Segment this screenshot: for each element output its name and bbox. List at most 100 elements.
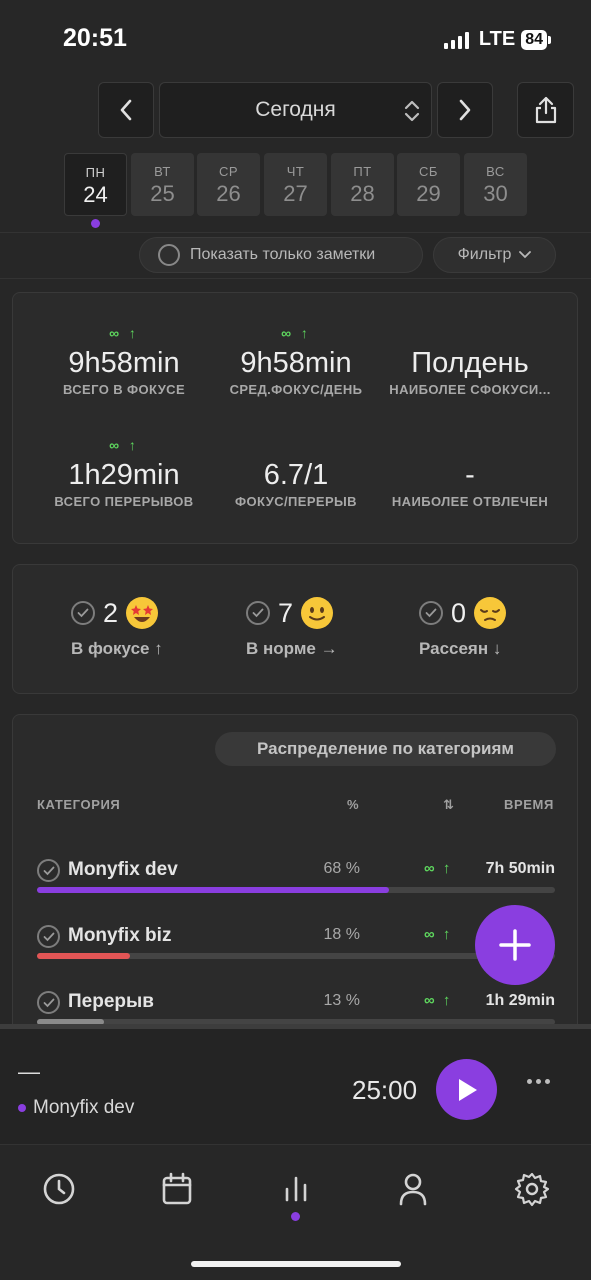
tab-profile[interactable] — [393, 1169, 433, 1209]
category-progress-bar — [37, 887, 555, 893]
stat-label: НАИБОЛЕЕ СФОКУСИ... — [389, 382, 551, 397]
stat-focus-break-ratio: 6.7/1 ФОКУС/ПЕРЕРЫВ — [206, 437, 386, 509]
stat-total-focus: ∞ ↑ 9h58min ВСЕГО В ФОКУСЕ — [34, 325, 214, 397]
day-thu[interactable]: ЧТ 27 — [264, 153, 327, 216]
period-selector[interactable]: Сегодня — [159, 82, 432, 138]
mood-label: В фокусе ↑ — [71, 639, 163, 658]
trend-up-indicator: ∞ ↑ — [424, 992, 453, 1009]
active-tab-indicator — [291, 1212, 300, 1221]
stat-value: 6.7/1 — [263, 459, 329, 491]
timer-clock: 25:00 — [352, 1075, 418, 1105]
share-icon — [535, 96, 556, 124]
trend-up-indicator: ∞ ↑ — [424, 926, 453, 943]
status-bar: 20:51 LTE 84 — [0, 0, 591, 78]
categories-title-button[interactable]: Распределение по категориям — [215, 732, 556, 766]
stat-value: 1h29min — [68, 459, 180, 491]
trend-up-indicator: ∞ ↑ — [424, 860, 453, 877]
tab-timer[interactable] — [39, 1169, 79, 1209]
status-time: 20:51 — [63, 24, 127, 52]
calendar-icon — [162, 1172, 192, 1205]
category-row[interactable]: Monyfix dev 68 % ∞ ↑ 7h 50min — [37, 859, 555, 903]
prev-period-button[interactable] — [98, 82, 154, 138]
stat-avg-focus: ∞ ↑ 9h58min СРЕД.ФОКУС/ДЕНЬ — [206, 325, 386, 397]
trend-up-indicator: ∞ ↑ — [109, 437, 139, 453]
day-tue[interactable]: ВТ 25 — [131, 153, 194, 216]
more-options-button[interactable] — [527, 1079, 550, 1084]
day-wed[interactable]: СР 26 — [197, 153, 260, 216]
trend-up-indicator: ∞ ↑ — [281, 325, 311, 341]
check-circle-icon — [37, 991, 60, 1014]
star-struck-emoji-icon — [126, 597, 159, 629]
category-row[interactable]: Перерыв 13 % ∞ ↑ 1h 29min — [37, 991, 555, 1024]
home-indicator — [191, 1261, 401, 1267]
category-progress-fill — [37, 953, 131, 959]
category-name: Monyfix biz — [68, 925, 172, 946]
next-period-button[interactable] — [437, 82, 493, 138]
tab-settings[interactable] — [512, 1169, 552, 1209]
stat-label: НАИБОЛЕЕ ОТВЛЕЧЕН — [391, 494, 549, 509]
category-dot-icon — [18, 1104, 26, 1112]
settings-icon — [514, 1172, 550, 1207]
check-circle-icon — [419, 601, 443, 625]
mood-normal[interactable]: 7 В норме → — [246, 597, 406, 659]
stat-value: Полдень — [411, 347, 529, 379]
battery-icon: 84 — [521, 29, 547, 50]
chevron-down-icon — [519, 251, 532, 259]
day-fri[interactable]: ПТ 28 — [331, 153, 394, 216]
stat-total-breaks: ∞ ↑ 1h29min ВСЕГО ПЕРЕРЫВОВ — [34, 437, 214, 509]
check-circle-icon — [71, 601, 95, 625]
check-circle-icon — [246, 601, 270, 625]
mood-label: Рассеян ↓ — [419, 639, 502, 658]
stat-most-focused: Полдень НАИБОЛЕЕ СФОКУСИ... — [380, 325, 560, 397]
stat-most-distracted: - НАИБОЛЕЕ ОТВЛЕЧЕН — [380, 437, 560, 509]
category-name: Перерыв — [68, 991, 154, 1012]
category-progress-fill — [37, 887, 390, 893]
stat-label: ВСЕГО ПЕРЕРЫВОВ — [54, 494, 194, 509]
smile-emoji-icon — [301, 597, 334, 629]
mood-focused[interactable]: 2 В фокусе ↑ — [71, 597, 231, 659]
filter-label: Фильтр — [457, 246, 512, 263]
timer-task-label: Monyfix dev — [33, 1097, 135, 1118]
sort-toggle-icon[interactable]: ⇅ — [443, 797, 455, 813]
mood-distracted[interactable]: 0 Рассеян ↓ — [419, 597, 579, 659]
timer-task[interactable]: Monyfix dev — [18, 1097, 134, 1119]
profile-icon — [399, 1173, 427, 1206]
stat-value: 9h58min — [240, 347, 352, 379]
mood-count: 0 — [451, 597, 467, 628]
radio-circle-icon — [158, 244, 180, 266]
day-sat[interactable]: СБ 29 — [397, 153, 460, 216]
add-button[interactable] — [475, 905, 555, 985]
stat-value: 9h58min — [68, 347, 180, 379]
tab-calendar[interactable] — [157, 1169, 197, 1209]
filter-button[interactable]: Фильтр — [433, 237, 556, 273]
day-sun[interactable]: ВС 30 — [464, 153, 527, 216]
category-percent: 18 % — [323, 926, 360, 943]
mood-card: 2 В фокусе ↑ 7 В норме → 0 Рассеян ↓ — [12, 564, 578, 694]
divider — [0, 278, 591, 279]
col-header-time: ВРЕМЯ — [504, 797, 554, 812]
chevron-right-icon — [459, 99, 471, 121]
notes-only-toggle[interactable]: Показать только заметки — [139, 237, 423, 273]
mood-label: В норме → — [246, 639, 338, 658]
play-button[interactable] — [436, 1059, 497, 1120]
day-mon[interactable]: ПН 24 — [64, 153, 127, 216]
share-button[interactable] — [517, 82, 574, 138]
stats-card: ∞ ↑ 9h58min ВСЕГО В ФОКУСЕ ∞ ↑ 9h58min С… — [12, 292, 578, 544]
timer-note[interactable]: — — [18, 1059, 40, 1085]
check-circle-icon — [37, 859, 60, 882]
col-header-percent: % — [347, 797, 360, 812]
notes-only-label: Показать только заметки — [190, 246, 376, 263]
selected-day-indicator — [91, 219, 100, 228]
mood-count: 7 — [278, 597, 294, 628]
category-time: 7h 50min — [485, 860, 555, 877]
category-time: 1h 29min — [485, 992, 555, 1009]
period-label: Сегодня — [255, 98, 336, 121]
clock-icon — [43, 1173, 75, 1205]
timer-bar: — Monyfix dev 25:00 — [0, 1024, 591, 1144]
tab-bar — [0, 1144, 591, 1280]
network-label: LTE — [478, 28, 516, 50]
tab-stats[interactable] — [276, 1169, 316, 1209]
stat-value: - — [465, 459, 475, 491]
chevron-left-icon — [120, 99, 132, 121]
stat-label: ФОКУС/ПЕРЕРЫВ — [235, 494, 357, 509]
